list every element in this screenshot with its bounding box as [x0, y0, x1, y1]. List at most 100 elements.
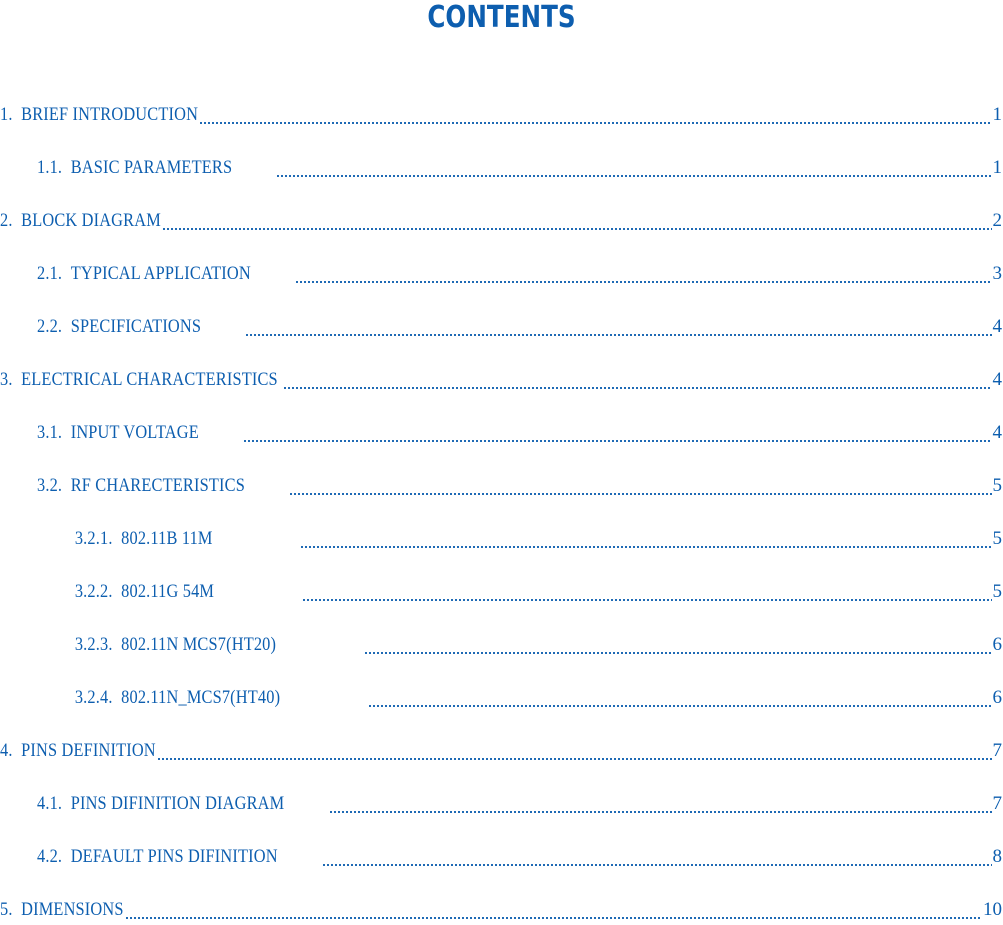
toc-entry-text: BASIC PARAMETERS	[71, 157, 233, 178]
toc-entry-text: 802.11N MCS7(HT20)	[121, 634, 276, 655]
toc-entry[interactable]: 2.1. TYPICAL APPLICATION 3	[0, 259, 1003, 289]
toc-entry-page-number[interactable]: 4	[993, 312, 1003, 342]
toc-entry-number: 1.	[0, 104, 13, 125]
toc-entry-number: 1.1.	[37, 157, 62, 178]
toc-entry-page-number[interactable]: 4	[993, 418, 1003, 448]
dot-leader	[364, 652, 991, 654]
toc-entry[interactable]: 3.2.2. 802.11G 54M 5	[0, 577, 1003, 607]
toc-entry-text: PINS DEFINITION	[21, 740, 156, 761]
toc-entry-page-number[interactable]: 3	[993, 259, 1003, 289]
toc-entry-number: 3.	[0, 369, 13, 390]
toc-entry[interactable]: 5. DIMENSIONS 10	[0, 895, 1003, 925]
toc-entry[interactable]: 3.2.4. 802.11N_MCS7(HT40) 6	[0, 683, 1003, 713]
toc-entry-page-number[interactable]: 1	[993, 100, 1003, 130]
toc-entry-text: BRIEF INTRODUCTION	[21, 104, 198, 125]
toc-entry[interactable]: 4.1. PINS DIFINITION DIAGRAM 7	[0, 789, 1003, 819]
toc-entry[interactable]: 2. BLOCK DIAGRAM 2	[0, 206, 1003, 236]
toc-entry-label[interactable]: 3.2.2. 802.11G 54M	[0, 577, 259, 607]
dot-leader	[322, 864, 992, 866]
toc-entry-page-number[interactable]: 1	[993, 153, 1003, 183]
toc-entry-page-number[interactable]: 5	[993, 471, 1003, 501]
toc-entry-label[interactable]: 1. BRIEF INTRODUCTION	[0, 100, 170, 130]
toc-entry-page-number[interactable]: 7	[993, 736, 1003, 766]
toc-entry-text: 802.11G 54M	[121, 581, 214, 602]
toc-entry[interactable]: 1. BRIEF INTRODUCTION 1	[0, 100, 1003, 130]
toc-entry-number: 3.2.2.	[75, 581, 113, 602]
toc-entry-separator	[62, 422, 71, 443]
toc-entry-text: DEFAULT PINS DIFINITION	[71, 846, 278, 867]
toc-entry-label[interactable]: 4.1. PINS DIFINITION DIAGRAM	[0, 789, 282, 819]
toc-entry-page-number[interactable]: 6	[993, 683, 1003, 713]
toc-entry-number: 2.	[0, 210, 13, 231]
toc-entry-separator	[13, 210, 22, 231]
toc-entry-label[interactable]: 3. ELECTRICAL CHARACTERISTICS	[0, 365, 243, 395]
toc-entry-page-number[interactable]: 6	[993, 630, 1003, 660]
dot-leader	[125, 917, 982, 919]
toc-entry-page-number[interactable]: 8	[993, 842, 1003, 872]
toc-entry-label[interactable]: 2.1. TYPICAL APPLICATION	[0, 259, 253, 289]
toc-entry-text: PINS DIFINITION DIAGRAM	[71, 793, 285, 814]
dot-leader	[302, 599, 991, 601]
toc-entry-number: 3.2.	[37, 475, 62, 496]
toc-entry-number: 4.	[0, 740, 13, 761]
toc-entry-label[interactable]: 3.1. INPUT VOLTAGE	[0, 418, 208, 448]
toc-entry-separator	[13, 740, 22, 761]
toc-entry-label[interactable]: 5. DIMENSIONS	[0, 895, 106, 925]
toc-entry[interactable]: 3.2. RF CHARECTERISTICS 5	[0, 471, 1003, 501]
toc-entry[interactable]: 3. ELECTRICAL CHARACTERISTICS 4	[0, 365, 1003, 395]
toc-entry[interactable]: 4. PINS DEFINITION 7	[0, 736, 1003, 766]
toc-entry-separator	[113, 634, 122, 655]
toc-entry-label[interactable]: 4.2. DEFAULT PINS DIFINITION	[0, 842, 276, 872]
dot-leader	[245, 334, 991, 336]
toc-entry-label[interactable]: 3.2. RF CHARECTERISTICS	[0, 471, 248, 501]
toc-entry[interactable]: 3.2.3. 802.11N MCS7(HT20) 6	[0, 630, 1003, 660]
dot-leader	[243, 440, 992, 442]
toc-entry-separator	[13, 899, 22, 920]
dot-leader	[199, 122, 992, 124]
toc-entry-text: SPECIFICATIONS	[71, 316, 201, 337]
toc-entry[interactable]: 1.1. BASIC PARAMETERS 1	[0, 153, 1003, 183]
toc-entry-number: 5.	[0, 899, 13, 920]
toc-entry-page-number[interactable]: 4	[993, 365, 1003, 395]
toc-entry-label[interactable]: 3.2.4. 802.11N_MCS7(HT40)	[0, 683, 316, 713]
toc-entry-page-number[interactable]: 2	[993, 206, 1003, 236]
toc-entry-separator	[62, 475, 71, 496]
toc-entry-page-number[interactable]: 5	[993, 524, 1003, 554]
toc-entry[interactable]: 3.1. INPUT VOLTAGE 4	[0, 418, 1003, 448]
dot-leader	[329, 811, 992, 813]
toc-entry-text: 802.11B 11M	[121, 528, 212, 549]
toc-entry-label[interactable]: 1.1. BASIC PARAMETERS	[0, 153, 237, 183]
toc-entry-separator	[113, 528, 122, 549]
toc-entry-label[interactable]: 2.2. SPECIFICATIONS	[0, 312, 210, 342]
toc-entry-number: 3.2.4.	[75, 687, 113, 708]
toc-entry-label[interactable]: 4. PINS DEFINITION	[0, 736, 134, 766]
dot-leader	[276, 175, 991, 177]
toc-entry-page-number[interactable]: 7	[993, 789, 1003, 819]
toc-entry-separator	[62, 316, 71, 337]
toc-entry-number: 4.1.	[37, 793, 62, 814]
toc-entry-number: 4.2.	[37, 846, 62, 867]
toc-entry-label[interactable]: 2. BLOCK DIAGRAM	[0, 206, 138, 236]
toc-entry[interactable]: 4.2. DEFAULT PINS DIFINITION 8	[0, 842, 1003, 872]
toc-entry-number: 3.2.3.	[75, 634, 113, 655]
toc-entry-separator	[113, 581, 122, 602]
toc-entry[interactable]: 2.2. SPECIFICATIONS 4	[0, 312, 1003, 342]
toc-entry-text: INPUT VOLTAGE	[71, 422, 199, 443]
toc-entry-page-number[interactable]: 10	[983, 895, 1003, 925]
dot-leader	[295, 281, 991, 283]
toc-entry-text: ELECTRICAL CHARACTERISTICS	[21, 369, 282, 390]
toc-entry-label[interactable]: 3.2.3. 802.11N MCS7(HT20)	[0, 630, 312, 660]
page-title: CONTENTS	[90, 0, 912, 36]
toc-entry-separator	[62, 846, 71, 867]
toc-entry-text: RF CHARECTERISTICS	[71, 475, 245, 496]
toc-entry-number: 2.1.	[37, 263, 62, 284]
toc-entry-page-number[interactable]: 5	[993, 577, 1003, 607]
toc-entry[interactable]: 3.2.1. 802.11B 11M 5	[0, 524, 1003, 554]
toc-entry-separator	[13, 369, 22, 390]
dot-leader	[368, 705, 991, 707]
toc-entry-separator	[62, 157, 71, 178]
toc-entry-text: TYPICAL APPLICATION	[71, 263, 251, 284]
toc-entry-label[interactable]: 3.2.1. 802.11B 11M	[0, 524, 257, 554]
dot-leader	[157, 758, 992, 760]
toc-entry-text: BLOCK DIAGRAM	[21, 210, 161, 231]
